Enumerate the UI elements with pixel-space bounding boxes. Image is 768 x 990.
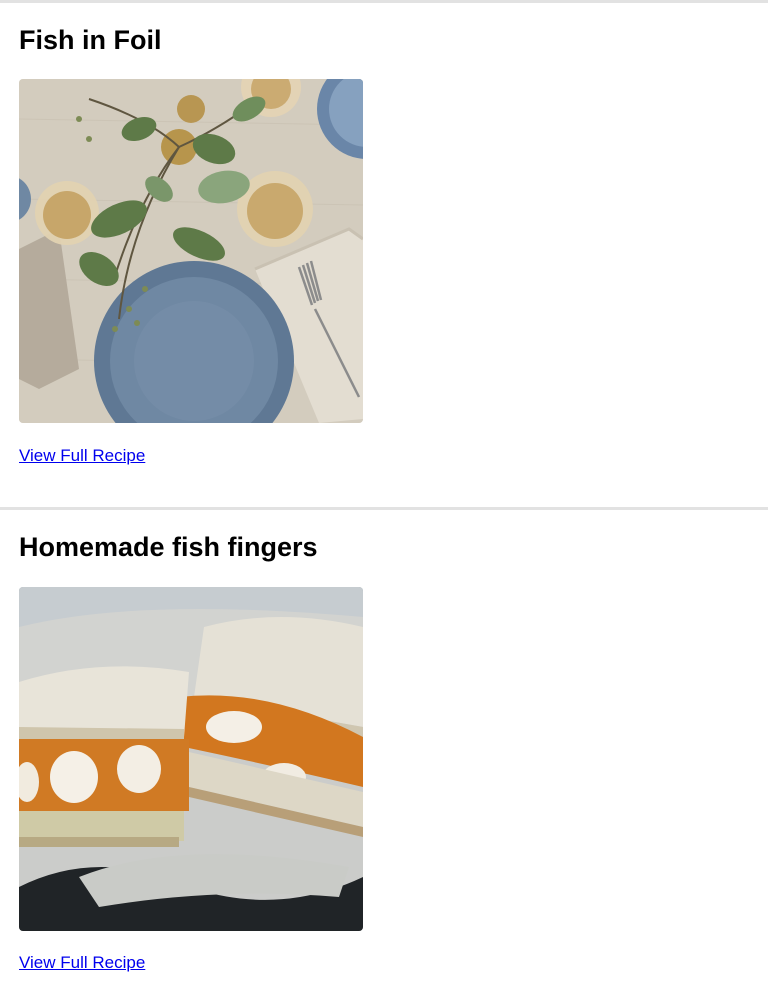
recipe-card: Fish in Foil View Full Recipe: [0, 0, 768, 507]
divider: [0, 0, 768, 3]
recipe-image: [19, 79, 363, 423]
table-setting-image: [19, 79, 363, 423]
view-full-recipe-link[interactable]: View Full Recipe: [19, 446, 145, 466]
recipe-image: [19, 587, 363, 931]
recipe-title: Fish in Foil: [19, 25, 162, 55]
recipe-title: Homemade fish fingers: [19, 532, 318, 562]
view-full-recipe-link[interactable]: View Full Recipe: [19, 953, 145, 973]
fish-finger-sandwich-image: [19, 587, 363, 931]
divider: [0, 507, 768, 510]
recipe-card: Homemade fish fingers View Full Recipe: [0, 507, 768, 990]
